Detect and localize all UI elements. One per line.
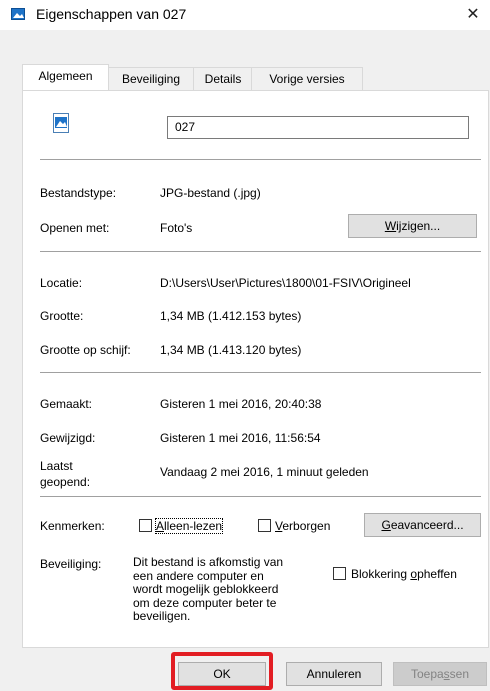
properties-dialog: Eigenschappen van 027 ✕ Algemeen Beveili… [0,0,490,691]
security-message-line: Dit bestand is afkomstig van [133,555,284,569]
unblock-label[interactable]: Blokkering opheffen [351,567,457,581]
image-file-icon [11,8,25,20]
size-value: 1,34 MB (1.412.153 bytes) [160,309,302,323]
separator [40,372,481,373]
tab-details[interactable]: Details [193,67,253,90]
modified-label: Gewijzigd: [40,431,96,445]
attributes-label: Kenmerken: [40,519,105,533]
window-title: Eigenschappen van 027 [36,6,187,22]
opens-with-value: Foto's [160,221,193,235]
unblock-checkbox[interactable] [333,567,346,580]
hidden-label[interactable]: Verborgen [275,519,330,533]
security-message-line: een andere computer en [133,568,264,583]
opens-with-label: Openen met: [40,221,110,235]
accessed-label-line2: geopend: [40,475,91,489]
security-label: Beveiliging: [40,557,102,571]
advanced-button[interactable]: Geavanceerd... [364,513,481,537]
file-name-input[interactable]: 027 [167,116,469,139]
hidden-checkbox[interactable] [258,519,271,532]
close-button[interactable]: ✕ [456,0,490,30]
tab-beveiliging[interactable]: Beveiliging [107,67,195,90]
size-label: Grootte: [40,309,84,323]
jpg-file-icon [53,113,69,133]
accessed-value: Vandaag 2 mei 2016, 1 minuut geleden [160,465,369,479]
separator [40,251,481,252]
created-value: Gisteren 1 mei 2016, 20:40:38 [160,397,322,411]
file-type-value: JPG-bestand (.jpg) [160,186,261,200]
tab-algemeen[interactable]: Algemeen [22,64,109,90]
security-message-line: om deze computer beter te [133,595,277,610]
general-tab-panel: 027 Bestandstype: JPG-bestand (.jpg) Ope… [22,90,489,648]
separator [40,496,481,497]
location-label: Locatie: [40,276,83,290]
change-button[interactable]: Wijzigen... [348,214,477,238]
security-message-line: wordt mogelijk geblokkeerd [133,582,279,596]
size-on-disk-value: 1,34 MB (1.413.120 bytes) [160,343,302,357]
security-message: Dit bestand is afkomstig van een andere … [133,555,333,624]
security-message-line: beveiligen. [133,609,191,623]
apply-button[interactable]: Toepassen [393,662,487,686]
file-type-label: Bestandstype: [40,186,117,200]
ok-highlight-box [171,652,273,690]
separator [40,159,481,160]
tab-vorige-versies[interactable]: Vorige versies [251,67,363,90]
created-label: Gemaakt: [40,397,93,411]
readonly-label[interactable]: Alleen-lezen [154,518,224,534]
cancel-button[interactable]: Annuleren [286,662,382,686]
readonly-checkbox[interactable] [139,519,152,532]
accessed-label-line1: Laatst [40,459,73,473]
modified-value: Gisteren 1 mei 2016, 11:56:54 [160,431,321,445]
size-on-disk-label: Grootte op schijf: [40,343,131,357]
location-value: D:\Users\User\Pictures\1800\01-FSIV\Orig… [160,276,411,290]
title-bar[interactable]: Eigenschappen van 027 ✕ [0,0,490,30]
